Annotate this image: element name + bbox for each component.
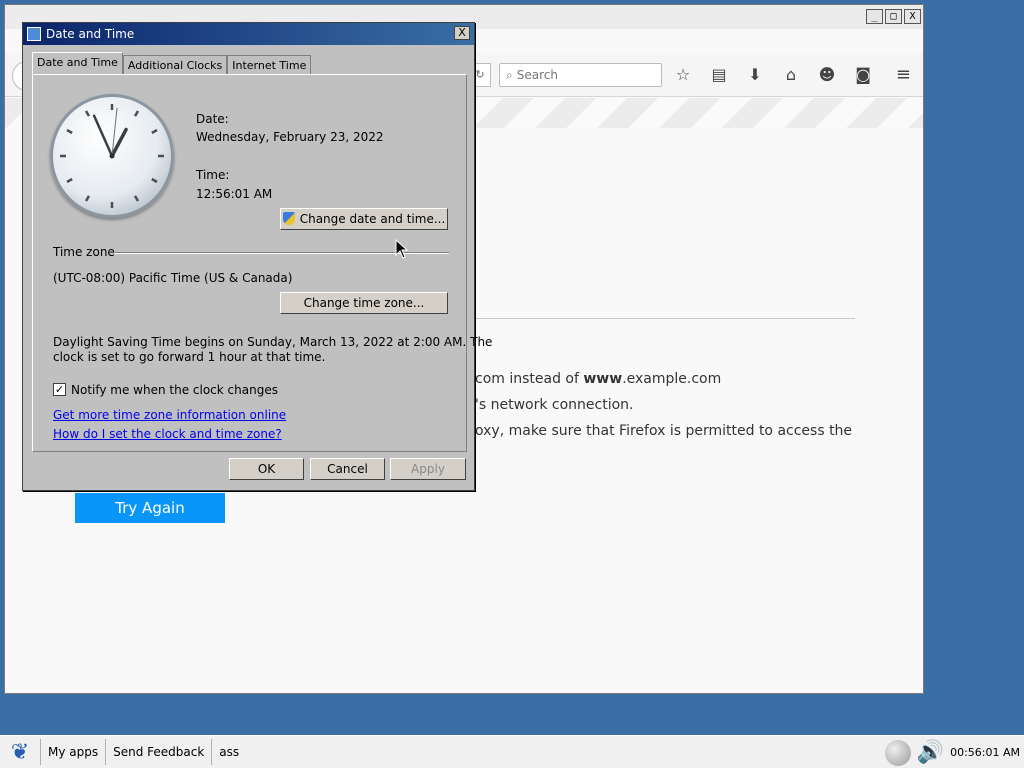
how-to-set-clock-link[interactable]: How do I set the clock and time zone? — [53, 427, 282, 441]
ok-button[interactable]: OK — [229, 458, 304, 480]
tab-date-and-time[interactable]: Date and Time — [32, 52, 123, 74]
system-tray: 🔊 00:56:01 AM — [884, 736, 1024, 768]
minimize-button[interactable]: _ — [866, 9, 883, 24]
calendar-clock-icon — [27, 27, 41, 41]
date-value: Wednesday, February 23, 2022 — [196, 130, 384, 144]
speaker-icon[interactable]: 🔊 — [917, 740, 944, 765]
notify-label: Notify me when the clock changes — [71, 383, 278, 397]
search-icon: ⌕ — [506, 67, 513, 82]
pocket-icon[interactable]: ◙ — [853, 65, 873, 84]
apply-button[interactable]: Apply — [390, 458, 466, 480]
time-label: Time: — [196, 168, 230, 182]
timezone-group-label: Time zone — [53, 245, 115, 259]
dst-info-line-2: clock is set to go forward 1 hour at tha… — [53, 350, 326, 364]
reading-list-icon[interactable]: ▤ — [709, 65, 729, 84]
change-timezone-button[interactable]: Change time zone... — [280, 292, 448, 314]
toolbar-icons: ☆ ▤ ⬇ ⌂ ☻ ◙ — [673, 65, 873, 84]
clock-face — [60, 104, 164, 208]
error-text-bold: www — [583, 371, 623, 387]
timezone-value: (UTC-08:00) Pacific Time (US & Canada) — [53, 271, 293, 285]
try-again-button[interactable]: Try Again — [75, 493, 225, 523]
clock-tick — [133, 110, 140, 117]
dialog-tabs: Date and Time Additional Clocks Internet… — [32, 52, 312, 74]
dialog-title: Date and Time — [46, 27, 135, 41]
change-date-time-label: Change date and time... — [299, 212, 446, 226]
clock-tick — [151, 128, 158, 135]
clock-tick — [84, 110, 91, 117]
maximize-button[interactable]: □ — [885, 9, 902, 24]
error-text-line-1: com instead of www.example.com — [475, 371, 721, 387]
search-input[interactable]: ⌕ Search — [499, 63, 662, 87]
download-icon[interactable]: ⬇ — [745, 65, 765, 84]
browser-window-controls: _ □ X — [866, 9, 921, 24]
taskbar: ❦ My apps Send Feedback ass 🔊 00:56:01 A… — [0, 735, 1024, 768]
error-text: .example.com — [622, 371, 722, 387]
hamburger-menu-icon[interactable]: ≡ — [896, 64, 911, 85]
emoji-icon[interactable]: ☻ — [817, 65, 837, 84]
start-logo-icon[interactable]: ❦ — [0, 736, 40, 768]
clock-tick — [84, 195, 91, 202]
error-text-line-2: 's network connection. — [475, 397, 634, 413]
dialog-titlebar: Date and Time — [23, 23, 474, 45]
clock-minute-hand — [92, 114, 114, 158]
tab-additional-clocks[interactable]: Additional Clocks — [122, 55, 228, 74]
tab-internet-time[interactable]: Internet Time — [227, 55, 312, 74]
mouse-cursor-icon — [395, 239, 409, 259]
taskbar-item-send-feedback[interactable]: Send Feedback — [105, 739, 211, 765]
taskbar-item-ass[interactable]: ass — [211, 739, 246, 765]
error-text: com instead of — [475, 371, 584, 387]
error-text-line-3: oxy, make sure that Firefox is permitted… — [475, 423, 853, 439]
clock-tick — [151, 177, 158, 184]
clock-center — [109, 153, 115, 159]
analog-clock — [50, 94, 174, 218]
timezone-info-link[interactable]: Get more time zone information online — [53, 408, 286, 422]
notify-checkbox[interactable]: ✓ — [53, 383, 66, 396]
clock-tick — [66, 177, 73, 184]
taskbar-clock: 00:56:01 AM — [950, 746, 1020, 759]
content-divider — [435, 318, 855, 319]
close-button[interactable]: X — [904, 9, 921, 24]
clock-tick — [133, 195, 140, 202]
change-date-time-button[interactable]: Change date and time... — [280, 208, 448, 230]
uac-shield-icon — [282, 212, 295, 225]
search-placeholder: Search — [516, 68, 558, 82]
cancel-button[interactable]: Cancel — [310, 458, 385, 480]
date-label: Date: — [196, 112, 229, 126]
clock-tick — [66, 128, 73, 135]
bookmark-star-icon[interactable]: ☆ — [673, 65, 693, 84]
time-value: 12:56:01 AM — [196, 187, 273, 201]
dialog-close-button[interactable]: X — [454, 26, 470, 40]
dst-info-line-1: Daylight Saving Time begins on Sunday, M… — [53, 335, 493, 349]
night-mode-icon[interactable] — [884, 739, 911, 766]
taskbar-item-my-apps[interactable]: My apps — [40, 739, 105, 765]
home-icon[interactable]: ⌂ — [781, 65, 801, 84]
